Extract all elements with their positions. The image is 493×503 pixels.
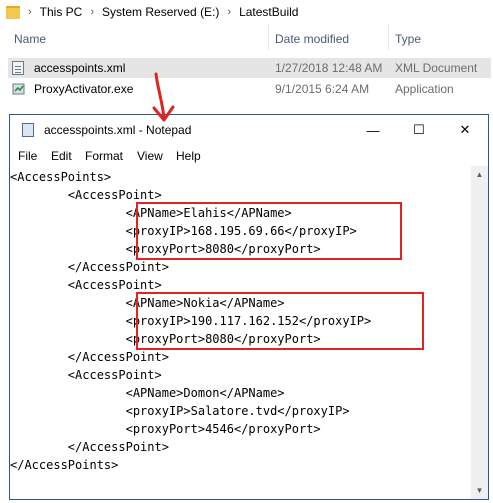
chevron-right-icon: ›	[90, 6, 95, 18]
text-line: </AccessPoint>	[10, 440, 169, 454]
chevron-right-icon: ›	[227, 6, 232, 18]
scroll-up-arrow-icon[interactable]: ▲	[471, 166, 488, 183]
highlight-box-elahis	[136, 202, 402, 260]
file-row-accesspoints[interactable]: accesspoints.xml 1/27/2018 12:48 AM XML …	[8, 58, 491, 78]
text-line: <AccessPoints>	[10, 170, 112, 184]
file-date: 9/1/2015 6:24 AM	[275, 82, 370, 96]
title-bar[interactable]: accesspoints.xml - Notepad — ☐ ✕	[10, 115, 488, 145]
menu-view[interactable]: View	[137, 149, 163, 163]
address-bar[interactable]: › This PC › System Reserved (E:) › Lates…	[0, 0, 493, 24]
breadcrumb-this-pc[interactable]: This PC	[40, 5, 83, 19]
exe-file-icon	[12, 83, 25, 95]
notepad-window: accesspoints.xml - Notepad — ☐ ✕ File Ed…	[9, 114, 489, 500]
column-divider[interactable]	[268, 24, 269, 50]
menu-help[interactable]: Help	[176, 149, 201, 163]
scroll-down-arrow-icon[interactable]: ▼	[471, 482, 488, 499]
highlight-box-nokia	[136, 292, 424, 350]
text-line: <AccessPoint>	[10, 368, 162, 382]
column-divider[interactable]	[388, 24, 389, 50]
file-type: XML Document	[395, 61, 478, 75]
file-date: 1/27/2018 12:48 AM	[275, 61, 383, 75]
text-line: <proxyIP>Salatore.tvd</proxyIP>	[10, 404, 350, 418]
file-row-proxyactivator[interactable]: ProxyActivator.exe 9/1/2015 6:24 AM Appl…	[8, 79, 491, 99]
menu-edit[interactable]: Edit	[51, 149, 72, 163]
xml-file-icon	[12, 61, 24, 75]
minimize-button[interactable]: —	[350, 115, 396, 145]
text-line: </AccessPoint>	[10, 350, 169, 364]
text-line: </AccessPoint>	[10, 260, 169, 274]
breadcrumb-folder[interactable]: LatestBuild	[239, 5, 298, 19]
close-button[interactable]: ✕	[442, 115, 488, 145]
folder-icon	[6, 5, 20, 19]
file-type: Application	[395, 82, 454, 96]
menu-format[interactable]: Format	[85, 149, 123, 163]
column-header-date-modified[interactable]: Date modified	[275, 32, 349, 46]
text-line: <proxyPort>4546</proxyPort>	[10, 422, 321, 436]
file-explorer: › This PC › System Reserved (E:) › Lates…	[0, 0, 493, 112]
column-header-type[interactable]: Type	[395, 32, 421, 46]
column-header-name[interactable]: Name	[14, 32, 46, 46]
vertical-scrollbar[interactable]: ▲ ▼	[471, 166, 488, 499]
window-title: accesspoints.xml - Notepad	[44, 123, 192, 137]
text-line: <APName>Domon</APName>	[10, 386, 285, 400]
breadcrumb-drive[interactable]: System Reserved (E:)	[102, 5, 219, 19]
menu-bar: File Edit Format View Help	[10, 146, 488, 166]
maximize-button[interactable]: ☐	[396, 115, 442, 145]
text-line: </AccessPoints>	[10, 458, 119, 472]
file-name: accesspoints.xml	[34, 61, 126, 75]
column-headers: Name Date modified Type	[0, 28, 493, 50]
notepad-icon	[22, 123, 34, 137]
text-editor[interactable]: <AccessPoints> <AccessPoint> <APName>Ela…	[10, 166, 468, 499]
file-name: ProxyActivator.exe	[34, 82, 134, 96]
menu-file[interactable]: File	[18, 149, 37, 163]
chevron-right-icon: ›	[28, 6, 32, 18]
